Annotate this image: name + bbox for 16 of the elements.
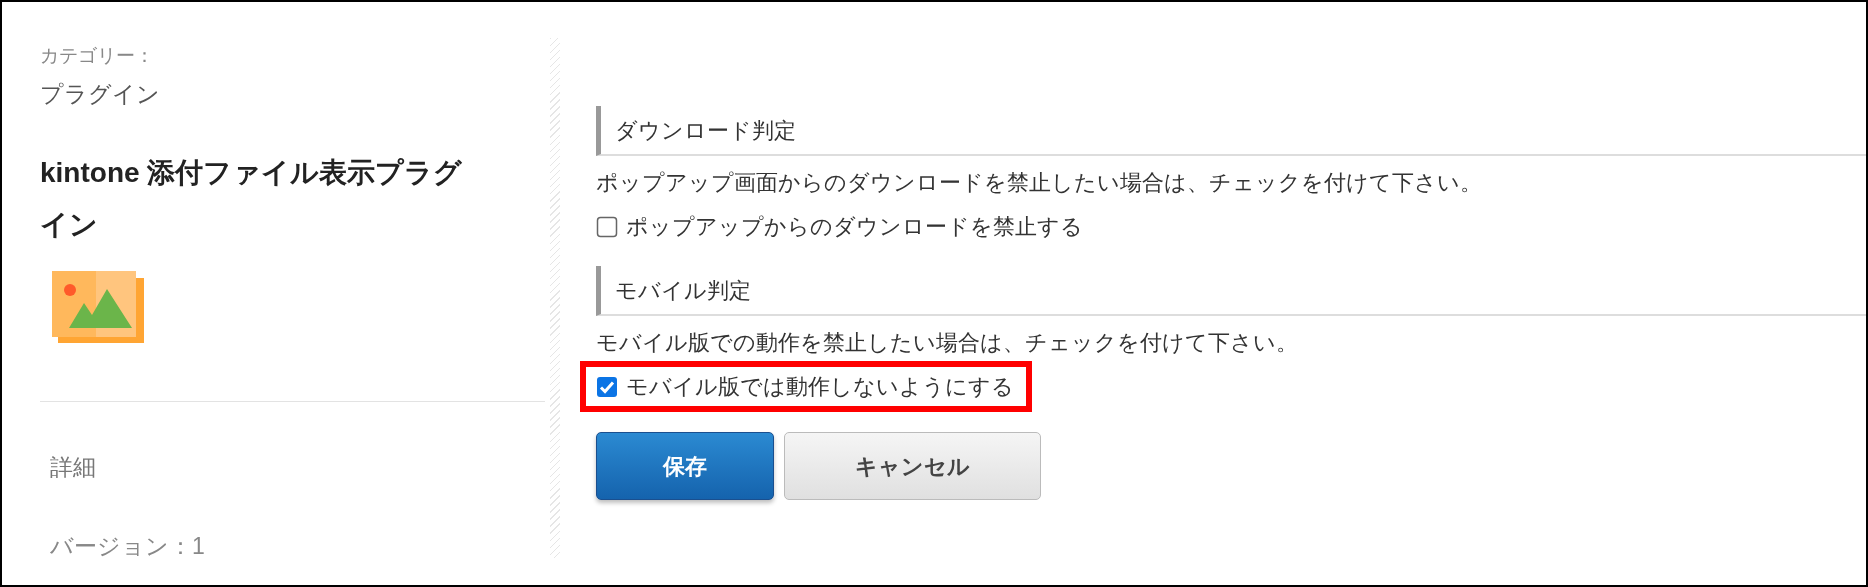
section-description: ポップアップ画面からのダウンロードを禁止したい場合は、チェックを付けて下さい。 bbox=[596, 169, 1483, 197]
cancel-button[interactable]: キャンセル bbox=[784, 432, 1041, 500]
save-button[interactable]: 保存 bbox=[596, 432, 774, 500]
category-value: プラグイン bbox=[40, 79, 161, 109]
checkbox[interactable] bbox=[596, 375, 618, 398]
details-link[interactable]: 詳細 bbox=[50, 450, 550, 485]
checkbox-label: モバイル版では動作しないようにする bbox=[626, 373, 1014, 401]
version-label: バージョン：1 bbox=[50, 531, 206, 561]
checkbox-label: ポップアップからのダウンロードを禁止する bbox=[626, 213, 1083, 241]
plugin-title: kintone 添付ファイル表示プラグイン bbox=[40, 156, 464, 242]
category-label: カテゴリー： bbox=[40, 44, 155, 68]
picture-icon bbox=[52, 271, 144, 343]
section-heading: モバイル判定 bbox=[596, 266, 1866, 316]
section-heading: ダウンロード判定 bbox=[596, 106, 1866, 156]
checkbox[interactable] bbox=[596, 215, 618, 238]
section-description: モバイル版での動作を禁止したい場合は、チェックを付けて下さい。 bbox=[596, 329, 1299, 357]
